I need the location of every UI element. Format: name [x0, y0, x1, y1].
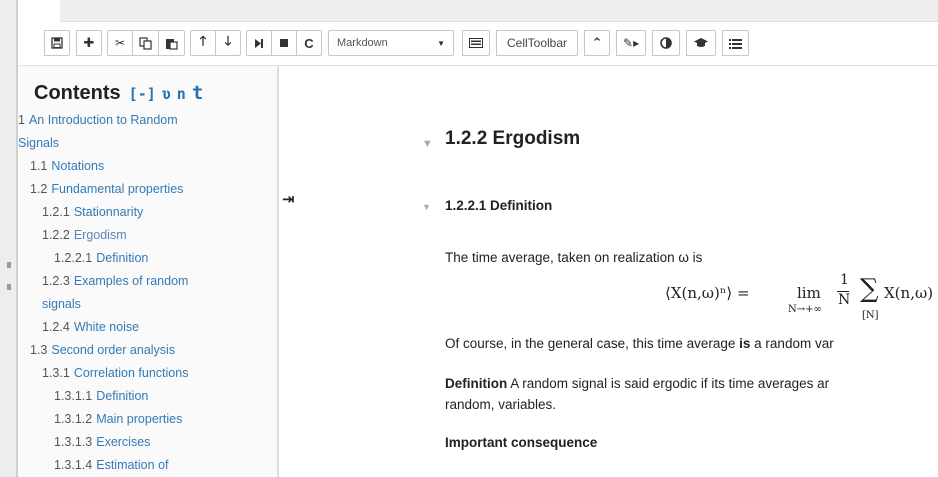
plus-icon: ✚	[83, 35, 95, 50]
save-button[interactable]	[44, 30, 70, 56]
move-up-button[interactable]: 🡑	[190, 30, 216, 56]
refresh-icon: C	[304, 35, 314, 51]
chevron-up-icon: ⌃	[591, 35, 603, 50]
left-gutter	[0, 0, 16, 477]
toc-sidebar: Contents [-] ʋ n t 1 An Introduction to R…	[18, 66, 279, 477]
toc-toc-cell-toggle[interactable]: t	[192, 82, 203, 104]
toc-number-toggle[interactable]: n	[177, 85, 186, 103]
toggle-button[interactable]	[652, 30, 681, 56]
command-palette-button[interactable]	[462, 30, 490, 56]
caret-down-icon: ▼	[437, 38, 445, 48]
toc-collapse-arrow-icon[interactable]: ⇥	[282, 190, 295, 208]
equation-sum: ∑	[860, 274, 879, 304]
paste-button[interactable]	[158, 30, 185, 56]
stop-icon	[280, 39, 288, 47]
toc-item-active[interactable]: 1.2.2 Ergodism	[42, 225, 127, 245]
equation-frac-num: 1	[840, 272, 849, 288]
step-forward-icon	[255, 38, 263, 48]
toc-item[interactable]: 1.3.1.3 Exercises	[54, 432, 150, 452]
scissors-icon: ✂	[114, 36, 126, 50]
gutter-marker	[7, 284, 11, 290]
paragraph-definition: Definition A random signal is said ergod…	[445, 376, 830, 391]
insert-cell-button[interactable]: ✚	[76, 30, 102, 56]
toc-item[interactable]: 1.3 Second order analysis	[30, 340, 175, 360]
cut-button[interactable]: ✂	[107, 30, 133, 56]
notebook-content: ▼ 1.2.2 Ergodism ▼ 1.2.2.1 Definition Th…	[400, 66, 938, 477]
toc-item[interactable]: 1.2.3 Examples of random	[42, 271, 188, 291]
toc-item[interactable]: 1.3.1.1 Definition	[54, 386, 148, 406]
run-button[interactable]	[246, 30, 272, 56]
gutter-marker	[7, 262, 11, 268]
graduation-cap-icon	[694, 38, 709, 47]
format-button[interactable]: ✎▸	[616, 30, 647, 56]
equation-sum-sub: [N]	[862, 310, 879, 321]
toc-item[interactable]: 1 An Introduction to Random	[18, 110, 178, 130]
keyboard-icon	[469, 38, 483, 48]
interrupt-button[interactable]	[271, 30, 297, 56]
paste-icon	[166, 38, 178, 50]
toc-item[interactable]: 1.2.2.1 Definition	[54, 248, 148, 268]
move-down-button[interactable]: 🡓	[215, 30, 241, 56]
toc-item[interactable]: 1.2 Fundamental properties	[30, 179, 183, 199]
floppy-icon	[51, 37, 63, 49]
equation-rhs: X(n,ω)	[884, 284, 934, 302]
cell-type-select[interactable]: Markdown ▼	[328, 30, 454, 56]
paragraph-important-consequence: Important consequence	[445, 435, 598, 450]
paragraph-definition-cont: random, variables.	[445, 397, 557, 412]
toc-item[interactable]: 1.1 Notations	[30, 156, 104, 176]
toc-collapse-toggle[interactable]: [-]	[129, 85, 156, 103]
toc-header: Contents [-] ʋ n t	[34, 82, 203, 105]
cell-type-value: Markdown	[337, 37, 388, 49]
equation-frac-den: N	[838, 292, 851, 308]
chevron-up-button[interactable]: ⌃	[584, 30, 611, 56]
toc-item[interactable]: 1.2.4 White noise	[42, 317, 139, 337]
toc-item[interactable]: 1.3.1.4 Estimation of	[54, 455, 169, 475]
toggle-icon	[660, 37, 672, 49]
brush-icon: ✎▸	[623, 36, 640, 50]
celltoolbar-button[interactable]: CellToolbar	[496, 30, 579, 56]
copy-icon	[139, 36, 152, 50]
list-icon	[729, 38, 743, 49]
menubar-strip	[60, 0, 938, 22]
notebook-toolbar: ✚ ✂ 🡑 🡓 C Markdown ▼ CellToolbar ⌃ ✎▸	[44, 28, 755, 58]
toc-item[interactable]: 1.3.1 Correlation functions	[42, 363, 188, 383]
toc-refresh-toggle[interactable]: ʋ	[162, 85, 171, 103]
equation-lim-sub: N→+∞	[788, 304, 822, 315]
paragraph-general-case: Of course, in the general case, this tim…	[445, 336, 834, 351]
restart-button[interactable]: C	[296, 30, 322, 56]
toc-item[interactable]: signals	[42, 294, 81, 314]
copy-button[interactable]	[132, 30, 159, 56]
toc-item[interactable]: 1.2.1 Stationnarity	[42, 202, 143, 222]
equation-lim: lim	[797, 284, 821, 302]
toc-item[interactable]: 1.3.1.2 Main properties	[54, 409, 182, 429]
arrow-up-icon: 🡑	[199, 33, 207, 48]
toc-title: Contents	[34, 82, 121, 104]
toc-toggle-button[interactable]	[722, 30, 750, 56]
toc-item[interactable]: Signals	[18, 133, 59, 153]
exercise-button[interactable]	[686, 30, 717, 56]
equation-lhs: ⟨X(n,ω)ⁿ⟩ =	[665, 284, 750, 302]
arrow-down-icon: 🡓	[224, 33, 232, 48]
equation: ⟨X(n,ω)ⁿ⟩ = lim N→+∞ 1 N ∑ [N] X(n,ω)	[400, 66, 938, 356]
